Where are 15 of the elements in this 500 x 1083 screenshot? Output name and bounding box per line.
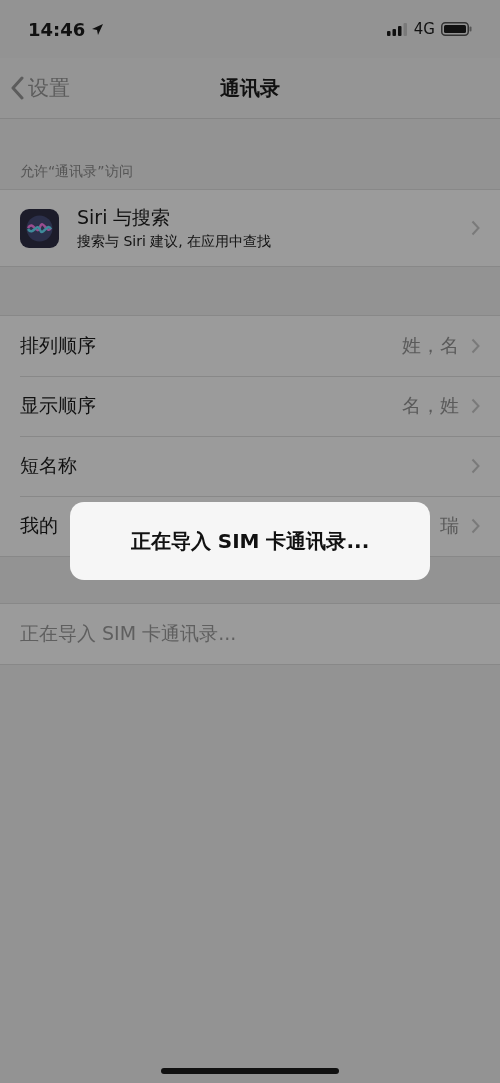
row-value: 名，姓 — [402, 393, 459, 418]
nav-title: 通讯录 — [220, 74, 280, 102]
section-header: 允许“通讯录”访问 — [19, 162, 134, 181]
import-status-label: 正在导入 SIM 卡通讯录... — [20, 621, 238, 646]
row-label: 我的 — [20, 513, 59, 538]
row-value: 瑞 — [440, 513, 459, 538]
alert-message: 正在导入 SIM 卡通讯录... — [130, 527, 370, 555]
row-label: 短名称 — [20, 453, 78, 478]
siri-subtitle: 搜索与 Siri 建议, 在应用中查找 — [77, 233, 273, 251]
row-label: 显示顺序 — [20, 393, 97, 418]
network-label: 4G — [413, 20, 435, 38]
row-value: 姓，名 — [402, 333, 459, 358]
row-label: 排列顺序 — [20, 333, 97, 358]
siri-title: Siri 与搜索 — [77, 205, 172, 230]
status-time: 14:46 — [28, 18, 86, 40]
